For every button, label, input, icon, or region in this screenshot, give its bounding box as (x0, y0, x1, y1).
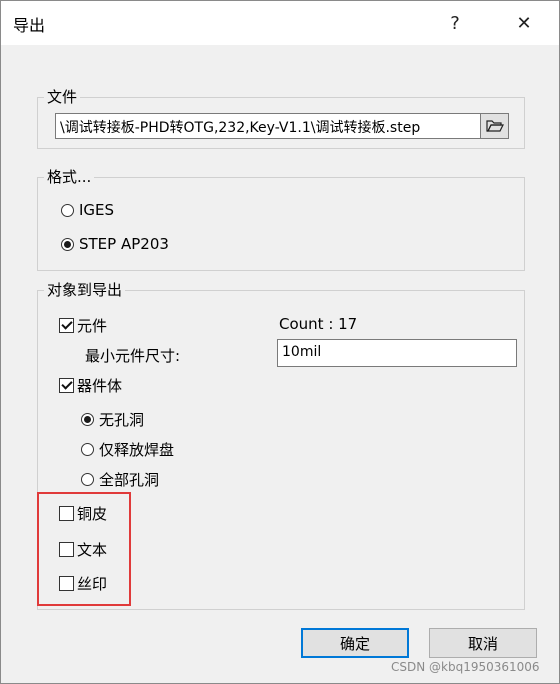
radio-label: 无孔洞 (99, 411, 145, 429)
dialog-title: 导出 (13, 16, 46, 35)
folder-open-icon (485, 120, 504, 132)
radio-label: 全部孔洞 (99, 471, 160, 489)
all-holes-radio[interactable]: 全部孔洞 (81, 469, 159, 490)
checkbox-box[interactable] (59, 378, 74, 393)
help-button[interactable]: ? (437, 9, 473, 37)
format-group-legend: 格式... (44, 166, 95, 187)
bodies-checkbox[interactable]: 器件体 (59, 375, 122, 396)
radio-indicator[interactable] (81, 473, 94, 486)
min-size-input[interactable]: 10mil (277, 339, 517, 367)
radio-indicator[interactable] (61, 237, 74, 251)
radio-label: 仅释放焊盘 (99, 441, 175, 459)
format-iges-radio[interactable]: IGES (61, 201, 114, 219)
export-dialog: 导出 ? ✕ 文件 \调试转接板-PHD转OTG,232,Key-V1.1\调试… (0, 0, 560, 684)
no-holes-radio[interactable]: 无孔洞 (81, 409, 144, 430)
min-size-label: 最小元件尺寸: (85, 347, 181, 365)
format-group: 格式... (37, 166, 525, 271)
checkbox-label: 元件 (77, 317, 108, 335)
radio-label: IGES (79, 201, 115, 219)
radio-indicator[interactable] (81, 443, 94, 456)
checkbox-label: 器件体 (77, 377, 123, 395)
format-step-radio[interactable]: STEP AP203 (61, 235, 169, 253)
components-checkbox[interactable]: 元件 (59, 315, 107, 336)
radio-label: STEP AP203 (79, 235, 169, 253)
objects-group-legend: 对象到导出 (44, 279, 126, 300)
close-button[interactable]: ✕ (506, 9, 542, 37)
relief-pads-radio[interactable]: 仅释放焊盘 (81, 439, 174, 460)
radio-indicator[interactable] (81, 413, 94, 426)
red-highlight-box (37, 492, 131, 606)
watermark: CSDN @kbq1950361006 (391, 660, 540, 674)
file-group-legend: 文件 (44, 86, 81, 107)
checkbox-box[interactable] (59, 318, 74, 333)
ok-button[interactable]: 确定 (301, 628, 409, 658)
title-bar: 导出 ? ✕ (1, 1, 559, 45)
cancel-button[interactable]: 取消 (429, 628, 537, 658)
component-count: Count : 17 (279, 315, 358, 333)
file-path-field[interactable]: \调试转接板-PHD转OTG,232,Key-V1.1\调试转接板.step (55, 113, 481, 139)
radio-indicator[interactable] (61, 203, 74, 217)
browse-button[interactable] (481, 113, 509, 139)
